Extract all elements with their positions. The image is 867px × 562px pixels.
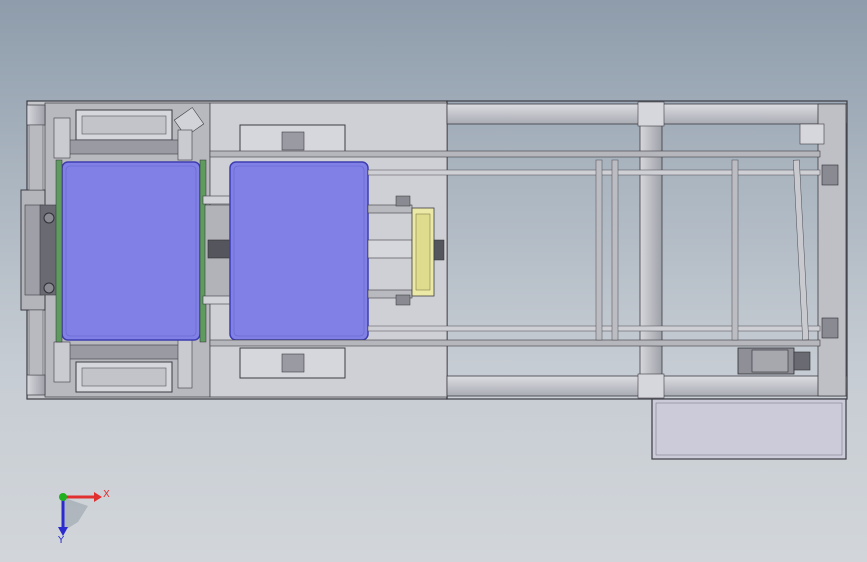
sprocket-bottom: [821, 317, 839, 339]
left-column-2: [28, 309, 44, 376]
cad-viewport[interactable]: X Y: [0, 0, 867, 562]
tray-2[interactable]: [229, 161, 369, 341]
top-actuator-base: [59, 139, 191, 155]
pusher-sensor-top: [395, 195, 411, 207]
conveyor-mid-post-bottom: [637, 373, 665, 399]
bottom-clamp-block: [53, 341, 71, 383]
pusher-sensor-bottom: [395, 294, 411, 306]
cross-member: [611, 159, 619, 341]
drive-motor-body: [751, 349, 789, 373]
belt-top-1: [209, 150, 821, 158]
bottom-actuator-base: [59, 344, 191, 360]
left-post-top: [26, 104, 46, 126]
top-actuator-inner: [81, 115, 167, 135]
triad-shadow: [62, 497, 88, 532]
conveyor-mid-post-top: [637, 101, 665, 127]
linkage-dark: [207, 239, 233, 259]
conveyor-right-end: [817, 103, 847, 397]
x-axis-label: X: [103, 489, 110, 500]
collection-box[interactable]: [651, 398, 847, 460]
y-axis-label: Y: [57, 535, 65, 546]
cross-member: [595, 159, 603, 341]
drive-motor-cap: [793, 351, 811, 371]
tray-1[interactable]: [61, 161, 201, 341]
conveyor-right-corner-top: [799, 123, 825, 145]
tray-1-guide-left: [55, 159, 63, 343]
pusher-end-dark: [433, 239, 445, 261]
bottom-actuator-inner: [81, 367, 167, 387]
belt-bottom-2: [367, 325, 821, 332]
station2-bottom-clamp-center: [281, 353, 305, 373]
axis-triad: X Y: [57, 489, 110, 546]
pusher-rod: [367, 239, 413, 259]
left-roller: [43, 282, 55, 294]
triad-origin: [59, 493, 67, 501]
left-roller: [43, 212, 55, 224]
belt-diagonal: [793, 159, 809, 341]
assembly-top-view[interactable]: X Y: [0, 0, 867, 562]
top-clamp-block: [53, 117, 71, 159]
top-right-block: [177, 129, 193, 161]
bottom-right-block: [177, 339, 193, 389]
belt-bottom-1: [209, 339, 821, 347]
conveyor-mid-post: [639, 103, 663, 397]
left-column: [28, 124, 44, 191]
station2-top-clamp-center: [281, 131, 305, 151]
x-axis-arrow: [94, 492, 102, 502]
pusher-block-yellow-inner: [415, 213, 431, 291]
belt-top-2: [367, 169, 821, 176]
left-post-bottom: [26, 374, 46, 396]
sprocket-top: [821, 164, 839, 186]
cross-member: [731, 159, 739, 341]
